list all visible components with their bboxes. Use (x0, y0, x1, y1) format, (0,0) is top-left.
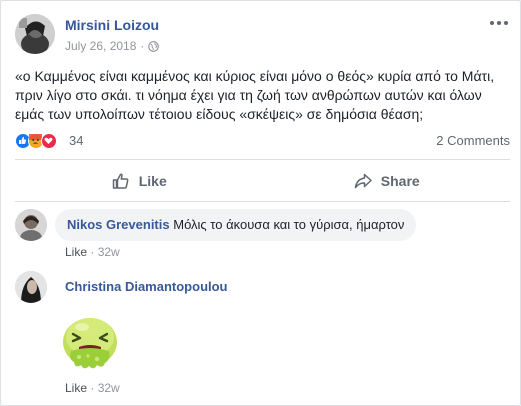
comment-time[interactable]: 32w (98, 245, 120, 259)
post-card: Mirsini Loizou July 26, 2018 · «ο Καμμέν… (0, 0, 521, 406)
like-label: Like (138, 173, 167, 189)
comment-actions: Like · 32w (65, 381, 120, 395)
comment-item: Christina Diamantopoulou Like · 32w (15, 271, 510, 401)
commenter-name[interactable]: Nikos Grevenitis (67, 217, 170, 232)
comment-bubble: Nikos Grevenitis Μόλις το άκουσα και το … (55, 209, 417, 241)
reaction-icons[interactable] (15, 133, 57, 149)
reaction-count[interactable]: 34 (69, 133, 83, 148)
share-button[interactable]: Share (263, 161, 511, 201)
commenter-name[interactable]: Christina Diamantopoulou (65, 279, 228, 294)
author-avatar[interactable] (15, 14, 55, 54)
more-options-icon[interactable] (488, 16, 510, 30)
post-date[interactable]: July 26, 2018 (65, 39, 136, 53)
post-actions: Like Share (15, 161, 510, 201)
comment-like-link[interactable]: Like (65, 381, 87, 395)
comment-like-link[interactable]: Like (65, 245, 87, 259)
share-arrow-icon (354, 173, 372, 189)
post-header: Mirsini Loizou July 26, 2018 · (15, 14, 510, 56)
commenter-avatar[interactable] (15, 271, 47, 303)
comment-actions: Like · 32w (65, 245, 120, 259)
love-reaction-icon (41, 133, 57, 149)
globe-icon[interactable] (148, 40, 160, 52)
divider (15, 159, 510, 160)
comment-text: Μόλις το άκουσα και το γύρισα, ήμαρτον (173, 217, 405, 232)
author-name[interactable]: Mirsini Loizou (65, 17, 159, 33)
divider (15, 201, 510, 202)
thumbs-up-icon (112, 173, 129, 189)
like-button[interactable]: Like (15, 161, 263, 201)
post-text: «ο Καμμένος είναι καμμένος και κύριος εί… (15, 68, 495, 122)
comment-time[interactable]: 32w (98, 381, 120, 395)
comment-separator: · (90, 381, 95, 395)
comment-separator: · (90, 245, 95, 259)
commenter-avatar[interactable] (15, 209, 47, 241)
share-label: Share (380, 173, 420, 189)
sick-emoji-sticker (63, 318, 117, 369)
meta-separator: · (140, 39, 145, 53)
comment-item: Nikos Grevenitis Μόλις το άκουσα και το … (15, 209, 510, 269)
post-meta: July 26, 2018 · (65, 39, 160, 53)
reactions-row: 34 2 Comments (15, 131, 510, 151)
comments-count[interactable]: 2 Comments (436, 133, 510, 148)
